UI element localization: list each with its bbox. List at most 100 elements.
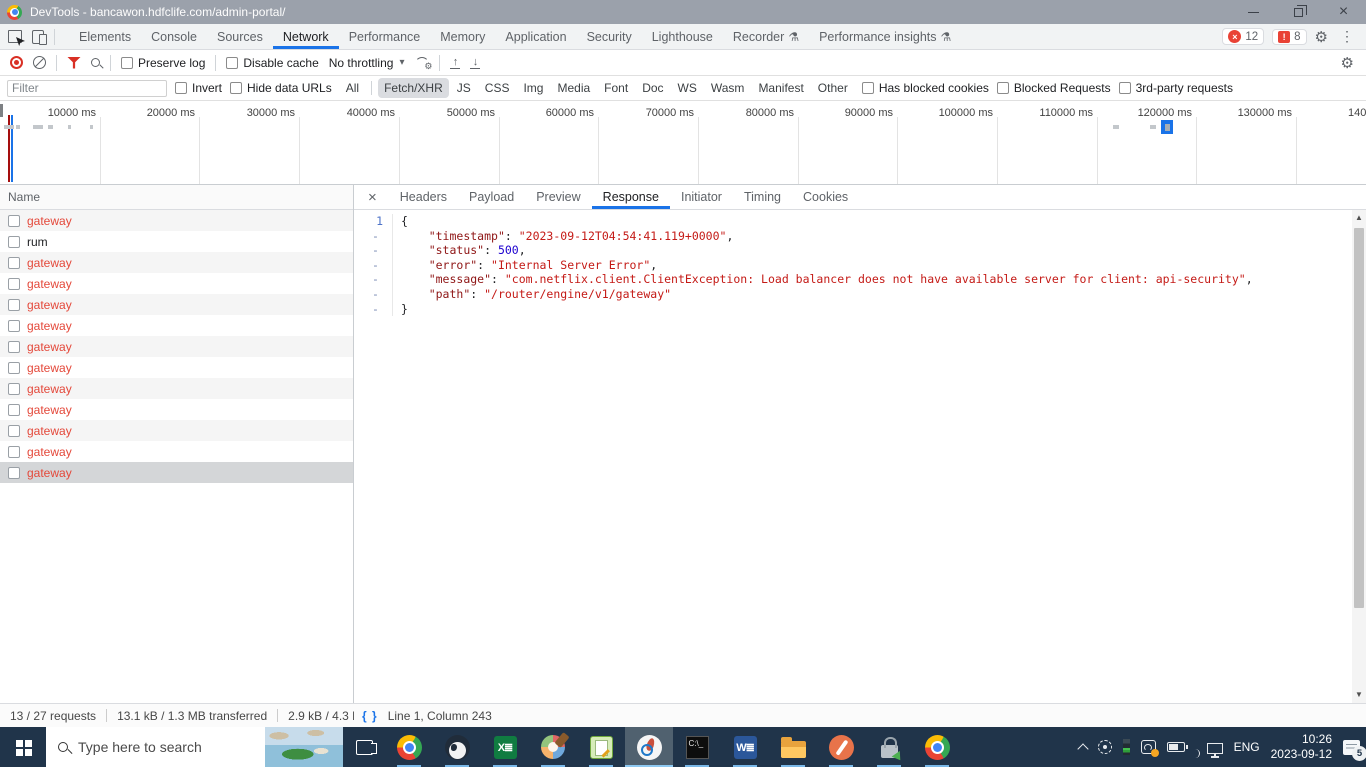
tray-signal-icon[interactable] xyxy=(1122,739,1130,755)
throttling-dropdown[interactable]: No throttling ▾ xyxy=(329,56,405,70)
export-har-icon[interactable]: ↓ xyxy=(470,56,481,69)
hide-data-urls-checkbox[interactable]: Hide data URLs xyxy=(230,81,332,95)
taskbar-app-pen[interactable] xyxy=(817,727,865,767)
kebab-menu-icon[interactable]: ⋮ xyxy=(1336,28,1358,45)
battery-icon[interactable] xyxy=(1166,742,1188,752)
request-row[interactable]: rum xyxy=(0,231,353,252)
detail-tab-response[interactable]: Response xyxy=(592,185,670,209)
error-count-badge[interactable]: × 12 xyxy=(1222,28,1265,45)
tab-network[interactable]: Network xyxy=(273,24,339,49)
settings-gear-icon[interactable]: ⚙ xyxy=(1315,28,1328,46)
request-row[interactable]: gateway xyxy=(0,252,353,273)
taskbar-app-snipping-tool[interactable] xyxy=(625,727,673,767)
request-checkbox[interactable] xyxy=(8,298,20,311)
taskbar-app-chrome[interactable] xyxy=(385,727,433,767)
has-blocked-cookies-checkbox[interactable]: Has blocked cookies xyxy=(861,81,989,95)
filter-funnel-icon[interactable] xyxy=(67,56,81,69)
search-highlight-image[interactable] xyxy=(265,727,343,767)
request-checkbox[interactable] xyxy=(8,382,20,395)
request-checkbox[interactable] xyxy=(8,424,20,437)
hidden-icons-chevron-icon[interactable] xyxy=(1076,743,1089,755)
tab-elements[interactable]: Elements xyxy=(69,24,141,49)
response-code-area[interactable]: 1{- "timestamp": "2023-09-12T04:54:41.11… xyxy=(354,210,1366,703)
request-row[interactable]: gateway xyxy=(0,315,353,336)
close-detail-icon[interactable]: × xyxy=(354,189,389,206)
request-row[interactable]: gateway xyxy=(0,420,353,441)
filter-pill-doc[interactable]: Doc xyxy=(636,78,669,98)
request-checkbox[interactable] xyxy=(8,445,20,458)
start-button[interactable] xyxy=(0,727,46,767)
filter-pill-manifest[interactable]: Manifest xyxy=(752,78,809,98)
taskbar-app-dog[interactable] xyxy=(433,727,481,767)
taskbar-app-file-explorer[interactable] xyxy=(769,727,817,767)
minimize-button[interactable] xyxy=(1231,0,1276,24)
scroll-up-icon[interactable]: ▲ xyxy=(1352,212,1366,224)
taskbar-app-terminal[interactable] xyxy=(673,727,721,767)
format-braces-icon[interactable]: { } xyxy=(362,709,378,723)
taskbar-app-vpn[interactable] xyxy=(865,727,913,767)
clear-network-log-icon[interactable] xyxy=(33,56,46,69)
tray-sync-icon[interactable] xyxy=(1140,740,1159,757)
tab-lighthouse[interactable]: Lighthouse xyxy=(642,24,723,49)
record-network-log-icon[interactable] xyxy=(10,56,23,69)
request-checkbox[interactable] xyxy=(8,256,20,269)
request-row[interactable]: gateway xyxy=(0,273,353,294)
tab-recorder[interactable]: Recorder ⚗ xyxy=(723,24,809,49)
tab-security[interactable]: Security xyxy=(577,24,642,49)
request-checkbox[interactable] xyxy=(8,361,20,374)
network-conditions-icon[interactable] xyxy=(414,56,432,72)
detail-tab-initiator[interactable]: Initiator xyxy=(670,185,733,209)
invert-checkbox[interactable]: Invert xyxy=(175,81,222,95)
inspect-element-icon[interactable] xyxy=(8,30,22,43)
request-checkbox[interactable] xyxy=(8,319,20,332)
filter-pill-wasm[interactable]: Wasm xyxy=(705,78,751,98)
filter-pill-other[interactable]: Other xyxy=(812,78,854,98)
third-party-requests-checkbox[interactable]: 3rd-party requests xyxy=(1118,81,1233,95)
tray-meeting-icon[interactable] xyxy=(1097,740,1112,754)
taskbar-app-excel[interactable] xyxy=(481,727,529,767)
network-settings-gear-icon[interactable]: ⚙ xyxy=(1341,54,1354,72)
taskbar-search[interactable] xyxy=(46,727,343,767)
filter-pill-js[interactable]: JS xyxy=(451,78,477,98)
detail-tab-cookies[interactable]: Cookies xyxy=(792,185,859,209)
blocked-requests-checkbox[interactable]: Blocked Requests xyxy=(996,81,1111,95)
request-checkbox[interactable] xyxy=(8,466,20,479)
requests-name-header[interactable]: Name xyxy=(0,185,353,210)
tab-performance-insights[interactable]: Performance insights ⚗ xyxy=(809,24,961,49)
filter-pill-font[interactable]: Font xyxy=(598,78,634,98)
preserve-log-checkbox[interactable]: Preserve log xyxy=(121,56,205,70)
taskbar-app-paint[interactable] xyxy=(529,727,577,767)
request-row[interactable]: gateway xyxy=(0,462,353,483)
filter-pill-ws[interactable]: WS xyxy=(672,78,703,98)
restore-button[interactable] xyxy=(1276,0,1321,24)
search-input[interactable] xyxy=(78,739,265,755)
request-row[interactable]: gateway xyxy=(0,357,353,378)
response-scrollbar[interactable]: ▲ ▼ xyxy=(1352,210,1366,703)
scrollbar-thumb[interactable] xyxy=(1354,228,1364,608)
disable-cache-checkbox[interactable]: Disable cache xyxy=(226,56,319,70)
tab-console[interactable]: Console xyxy=(141,24,207,49)
tab-performance[interactable]: Performance xyxy=(339,24,431,49)
request-row[interactable]: gateway xyxy=(0,336,353,357)
request-checkbox[interactable] xyxy=(8,277,20,290)
network-status-icon[interactable] xyxy=(1206,742,1223,758)
import-har-icon[interactable]: ↑ xyxy=(450,56,461,69)
filter-pill-css[interactable]: CSS xyxy=(479,78,516,98)
detail-tab-payload[interactable]: Payload xyxy=(458,185,525,209)
request-row[interactable]: gateway xyxy=(0,378,353,399)
detail-tab-headers[interactable]: Headers xyxy=(389,185,458,209)
clock[interactable]: 10:26 2023-09-12 xyxy=(1271,732,1332,762)
tab-application[interactable]: Application xyxy=(495,24,576,49)
tab-sources[interactable]: Sources xyxy=(207,24,273,49)
task-view-button[interactable] xyxy=(343,727,385,767)
warning-count-badge[interactable]: ! 8 xyxy=(1272,28,1307,45)
request-checkbox[interactable] xyxy=(8,403,20,416)
request-row[interactable]: gateway xyxy=(0,441,353,462)
filter-pill-media[interactable]: Media xyxy=(551,78,596,98)
taskbar-app-notepadpp[interactable] xyxy=(577,727,625,767)
detail-tab-preview[interactable]: Preview xyxy=(525,185,591,209)
language-indicator[interactable]: ENG xyxy=(1234,740,1260,754)
filter-pill-img[interactable]: Img xyxy=(517,78,549,98)
filter-pill-all[interactable]: All xyxy=(340,78,365,98)
close-button[interactable]: × xyxy=(1321,0,1366,24)
